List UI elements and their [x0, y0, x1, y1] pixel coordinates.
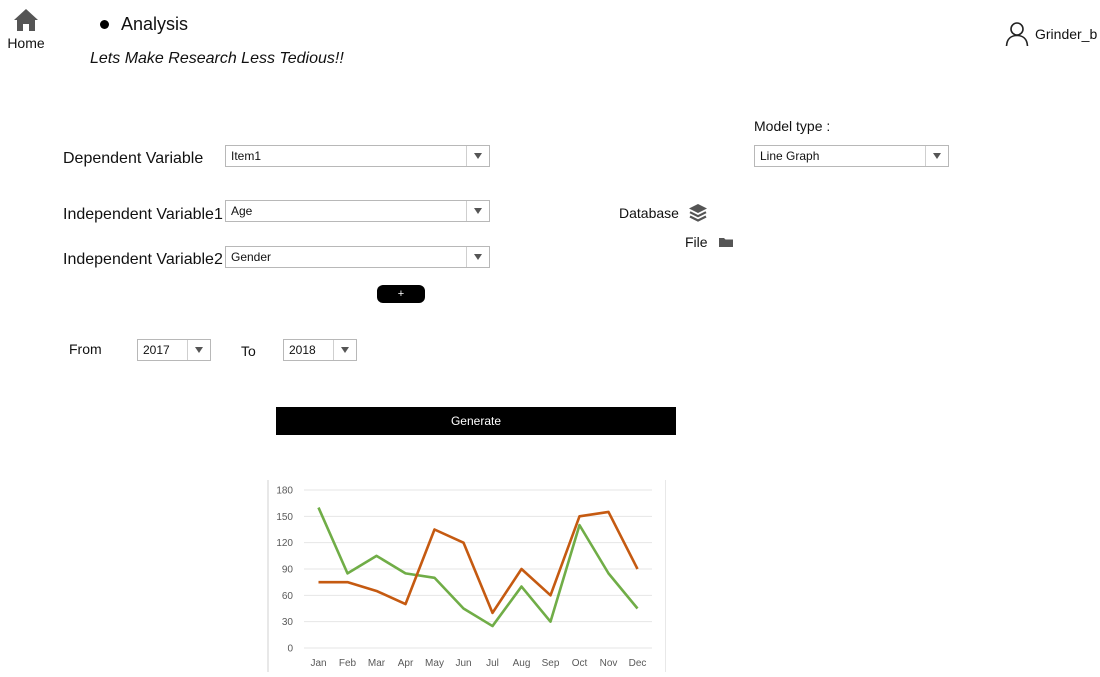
x-tick-label: Dec — [629, 658, 647, 669]
username: Grinder_b — [1035, 26, 1098, 42]
independent-variable2-select[interactable]: Gender — [225, 246, 490, 268]
chevron-down-icon — [466, 146, 489, 166]
page-title: Analysis — [100, 14, 188, 35]
y-tick-label: 30 — [282, 617, 294, 628]
chevron-down-icon — [187, 340, 210, 360]
model-type-label: Model type : — [754, 118, 831, 134]
to-year-value: 2018 — [289, 343, 316, 357]
y-tick-label: 60 — [282, 591, 294, 602]
x-tick-label: Jan — [310, 658, 326, 669]
home-button[interactable]: Home — [6, 8, 46, 51]
y-tick-label: 0 — [287, 644, 293, 655]
dependent-variable-select[interactable]: Item1 — [225, 145, 490, 167]
x-tick-label: Feb — [339, 658, 357, 669]
model-type-select[interactable]: Line Graph — [754, 145, 949, 167]
y-tick-label: 180 — [276, 486, 293, 497]
series-line-1 — [317, 507, 639, 628]
chevron-down-icon — [466, 201, 489, 221]
chevron-down-icon — [466, 247, 489, 267]
to-year-select[interactable]: 2018 — [283, 339, 357, 361]
independent-variable1-label: Independent Variable1 — [63, 206, 223, 223]
independent-variable1-value: Age — [231, 204, 253, 218]
file-source[interactable]: File — [685, 234, 734, 250]
add-variable-button[interactable]: + — [377, 285, 425, 303]
user-menu[interactable]: Grinder_b — [1005, 21, 1097, 47]
model-type-value: Line Graph — [760, 149, 820, 163]
x-tick-label: Mar — [368, 658, 386, 669]
bullet-icon — [100, 20, 109, 29]
x-tick-label: Jun — [455, 658, 471, 669]
generate-button[interactable]: Generate — [276, 407, 676, 435]
folder-icon — [718, 238, 733, 247]
x-tick-label: Sep — [542, 658, 560, 669]
from-year-select[interactable]: 2017 — [137, 339, 211, 361]
database-label: Database — [619, 205, 679, 221]
layers-icon — [688, 204, 707, 222]
database-source[interactable]: Database — [619, 202, 709, 224]
x-tick-label: May — [425, 658, 444, 669]
y-tick-label: 150 — [276, 512, 293, 523]
line-chart-svg: 0 30 60 90 120 150 180 Jan Feb Mar Apr May Jun Jul Aug… — [267, 480, 667, 672]
y-tick-label: 90 — [282, 565, 294, 576]
tagline: Lets Make Research Less Tedious!! — [90, 50, 344, 67]
line-chart: 0 30 60 90 120 150 180 Jan Feb Mar Apr May Jun Jul Aug… — [266, 480, 667, 672]
user-icon — [1005, 22, 1029, 47]
dependent-variable-label: Dependent Variable — [63, 150, 204, 167]
dependent-variable-value: Item1 — [231, 149, 262, 163]
to-label: To — [241, 343, 256, 359]
y-tick-label: 120 — [276, 538, 293, 549]
independent-variable1-select[interactable]: Age — [225, 200, 490, 222]
home-label: Home — [7, 35, 45, 51]
file-label: File — [685, 234, 708, 250]
chevron-down-icon — [925, 146, 948, 166]
chevron-down-icon — [333, 340, 356, 360]
x-tick-label: Apr — [398, 658, 414, 669]
independent-variable2-label: Independent Variable2 — [63, 251, 223, 268]
from-label: From — [69, 341, 102, 357]
independent-variable2-value: Gender — [231, 250, 272, 264]
from-year-value: 2017 — [143, 343, 170, 357]
x-tick-label: Jul — [486, 658, 499, 669]
x-tick-label: Oct — [572, 658, 588, 669]
x-tick-label: Nov — [600, 658, 618, 669]
page-title-text: Analysis — [121, 14, 189, 34]
x-tick-label: Aug — [513, 658, 531, 669]
home-icon — [14, 9, 38, 31]
